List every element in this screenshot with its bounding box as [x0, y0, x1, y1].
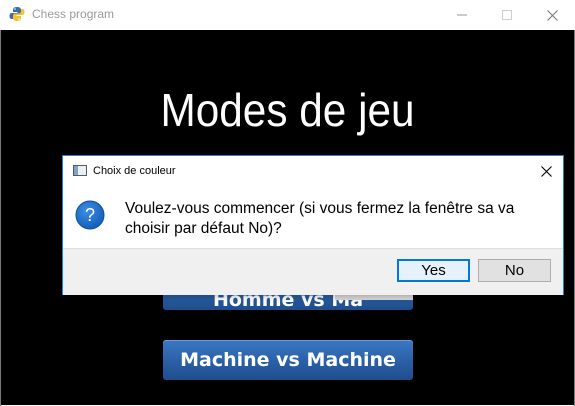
machine-vs-machine-button[interactable]: Machine vs Machine: [163, 340, 413, 380]
question-icon: ?: [75, 200, 105, 230]
yes-button[interactable]: Yes: [397, 259, 470, 282]
no-button[interactable]: No: [478, 259, 551, 282]
dialog-titlebar: Choix de couleur: [63, 156, 563, 186]
window-close-button[interactable]: [529, 0, 575, 30]
dialog-message: Voulez-vous commencer (si vous fermez la…: [125, 200, 515, 237]
close-icon: [540, 165, 552, 177]
color-choice-dialog: Choix de couleur ? Voulez-vous commencer…: [62, 155, 564, 295]
close-icon: [546, 9, 558, 21]
minimize-icon: [457, 14, 467, 16]
page-title: Modes de jeu: [160, 84, 415, 136]
window-icon: [73, 165, 87, 176]
window-title: Chess program: [32, 7, 115, 21]
svg-text:?: ?: [85, 205, 95, 225]
dialog-close-button[interactable]: [537, 162, 555, 180]
window-titlebar: Chess program: [0, 0, 575, 30]
maximize-icon: [502, 10, 512, 20]
python-icon: [9, 7, 25, 21]
dialog-title: Choix de couleur: [93, 165, 176, 177]
dialog-button-bar: Yes No: [63, 248, 563, 295]
maximize-button[interactable]: [484, 0, 530, 30]
minimize-button[interactable]: [439, 0, 485, 30]
machine-vs-machine-label: Machine vs Machine: [180, 349, 396, 371]
